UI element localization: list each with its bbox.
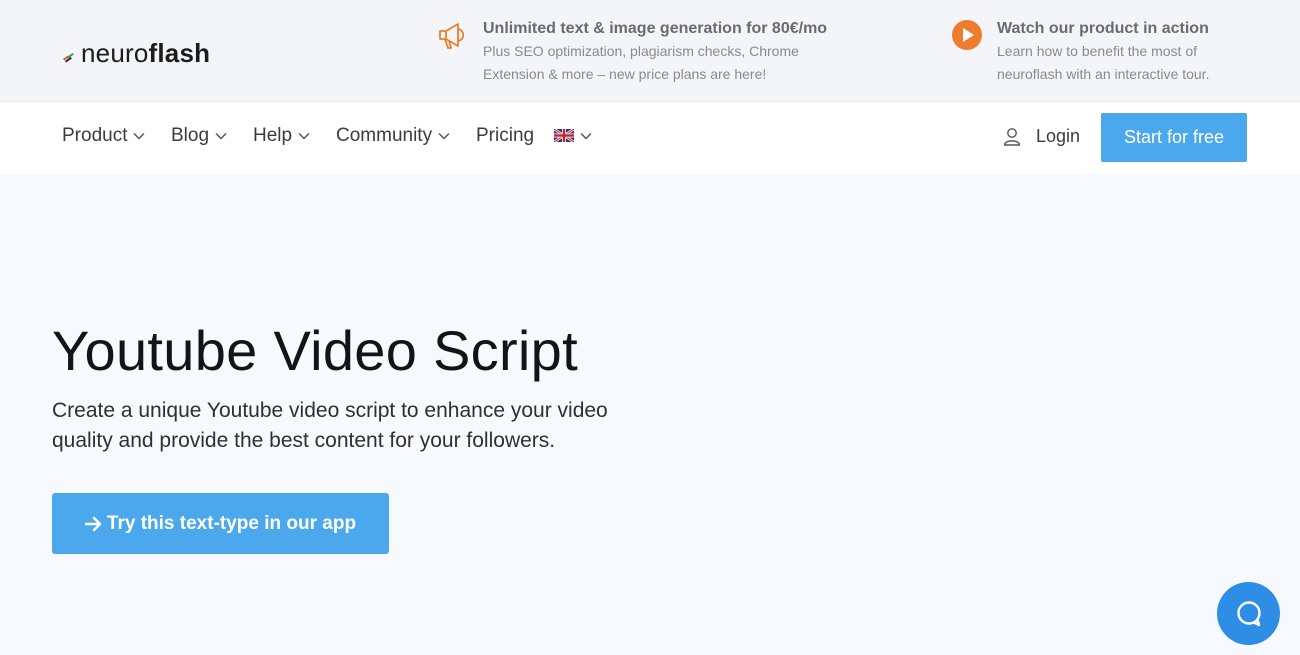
- chat-launcher-button[interactable]: [1217, 582, 1280, 645]
- page-title: Youtube Video Script: [52, 319, 578, 382]
- uk-flag-icon: [554, 129, 574, 142]
- start-for-free-button[interactable]: Start for free: [1101, 113, 1247, 162]
- chevron-down-icon: [298, 132, 310, 140]
- nav-item-help[interactable]: Help: [253, 125, 310, 147]
- promo-product-tour[interactable]: Watch our product in action Learn how to…: [950, 17, 1209, 86]
- nav-item-label: Product: [62, 125, 128, 146]
- promo-pricing[interactable]: Unlimited text & image generation for 80…: [436, 17, 827, 86]
- nav-item-label: Pricing: [476, 125, 535, 146]
- nav-item-product[interactable]: Product: [62, 125, 146, 147]
- hero-description-line: Create a unique Youtube video script to …: [52, 399, 608, 422]
- chevron-down-icon: [580, 132, 592, 140]
- hero-description-line: quality and provide the best content for…: [52, 429, 556, 452]
- nav-item-community[interactable]: Community: [336, 125, 450, 147]
- logo[interactable]: neuroflash: [62, 38, 210, 69]
- try-in-app-label: Try this text-type in our app: [106, 512, 357, 534]
- chevron-down-icon: [438, 132, 450, 140]
- nav-item-label: Community: [336, 125, 433, 146]
- promo-line: Extension & more – new price plans are h…: [483, 66, 767, 82]
- try-in-app-button[interactable]: Try this text-type in our app: [52, 493, 389, 554]
- logo-wordmark: neuroflash: [81, 38, 211, 68]
- play-circle-icon: [952, 20, 982, 50]
- page: neuroflash Unlimited text & image genera…: [0, 0, 1300, 655]
- promo-title: Watch our product in action: [997, 20, 1209, 37]
- chevron-down-icon: [215, 132, 227, 140]
- nav-item-label: Help: [253, 125, 293, 146]
- chevron-down-icon: [133, 132, 146, 140]
- user-icon: [1003, 128, 1021, 146]
- promo-title: Unlimited text & image generation for 80…: [483, 20, 828, 37]
- promo-line: neuroflash with an interactive tour.: [997, 66, 1210, 82]
- logo-icon: [62, 52, 74, 63]
- promo-line: Plus SEO optimization, plagiarism checks…: [483, 43, 799, 59]
- hero-description: Create a unique Youtube video script to …: [52, 396, 652, 456]
- announcement-bar: neuroflash Unlimited text & image genera…: [0, 0, 1300, 102]
- login-link[interactable]: Login: [1003, 126, 1080, 147]
- megaphone-icon: [439, 23, 465, 49]
- main-nav: Product Blog Help Community Pricing Logi…: [0, 102, 1300, 174]
- nav-item-label: Blog: [171, 125, 210, 146]
- nav-item-pricing[interactable]: Pricing: [476, 125, 534, 147]
- nav-item-blog[interactable]: Blog: [171, 125, 227, 147]
- login-label: Login: [1036, 126, 1081, 146]
- chat-bubble-icon: [1236, 600, 1261, 626]
- arrow-right-icon: [84, 516, 102, 531]
- promo-line: Learn how to benefit the most of: [997, 43, 1198, 59]
- language-selector[interactable]: [554, 129, 592, 142]
